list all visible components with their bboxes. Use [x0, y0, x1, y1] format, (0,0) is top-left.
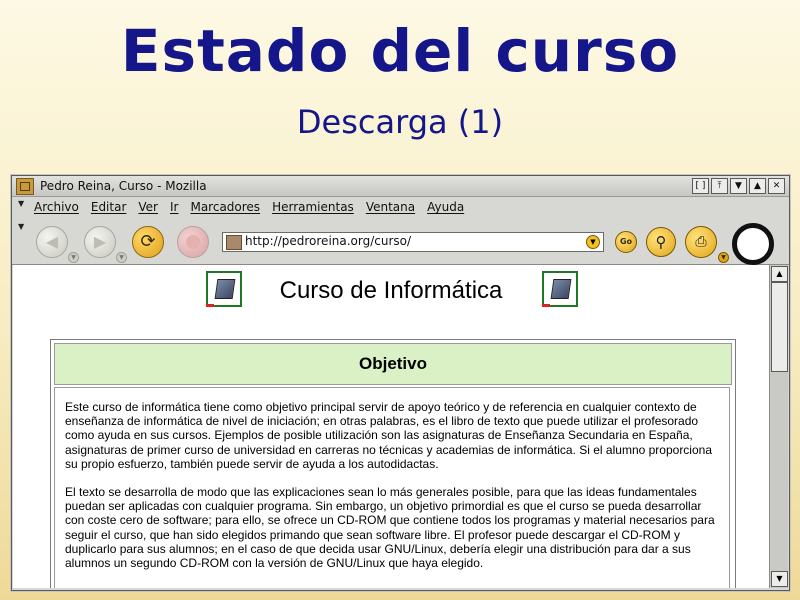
slide-subtitle: Descarga (1) — [296, 103, 504, 141]
objective-heading: Objetivo — [54, 343, 732, 385]
url-bar[interactable]: http://pedroreina.org/curso/ ▼ — [222, 232, 604, 252]
scroll-down-icon[interactable]: ▼ — [771, 571, 788, 587]
page-title: Curso de Informática — [279, 277, 503, 304]
site-favicon-icon — [226, 235, 242, 250]
back-dropdown-icon[interactable]: ▼ — [68, 252, 79, 263]
url-input[interactable]: http://pedroreina.org/curso/ — [245, 234, 411, 248]
navigation-toolbar: ▼ ◀ ▼ ▶ ▼ ⟳ http://pedroreina.org/curso/… — [12, 218, 789, 265]
menu-ir[interactable]: Ir — [170, 200, 178, 214]
window-title: Pedro Reina, Curso - Mozilla — [40, 179, 207, 193]
printer-icon[interactable]: ⎙ — [685, 226, 717, 258]
vertical-scrollbar[interactable]: ▲ ▼ — [769, 265, 788, 588]
window-controls: [ ] ⤒ ▼ ▲ ✕ — [692, 178, 785, 194]
window-maximize-button[interactable]: ▲ — [749, 178, 766, 194]
window-shade-button[interactable]: [ ] — [692, 178, 709, 194]
scroll-up-icon[interactable]: ▲ — [771, 266, 788, 282]
url-history-dropdown-icon[interactable]: ▼ — [586, 235, 600, 249]
menu-archivo[interactable]: Archivo — [34, 200, 79, 214]
navbar-grip-icon[interactable]: ▼ — [18, 222, 24, 231]
print-dropdown-icon[interactable]: ▼ — [718, 252, 729, 263]
scrollbar-thumb[interactable] — [771, 282, 788, 372]
menu-ver[interactable]: Ver — [138, 200, 158, 214]
forward-dropdown-icon[interactable]: ▼ — [116, 252, 127, 263]
window-ontop-button[interactable]: ⤒ — [711, 178, 728, 194]
window-close-button[interactable]: ✕ — [768, 178, 785, 194]
menu-editar[interactable]: Editar — [91, 200, 127, 214]
menu-ayuda[interactable]: Ayuda — [427, 200, 464, 214]
objective-body: Este curso de informática tiene como obj… — [54, 387, 730, 588]
page-content: Curso de Informática Objetivo Este curso… — [13, 265, 769, 588]
menubar-grip-icon[interactable]: ▼ — [18, 199, 24, 208]
mozilla-app-icon[interactable] — [16, 178, 34, 195]
objective-paragraph: El texto se desarrolla de modo que las e… — [65, 485, 715, 571]
forward-arrow-icon[interactable]: ▶ — [84, 226, 116, 258]
menu-herramientas[interactable]: Herramientas — [272, 200, 354, 214]
objective-paragraph: Este curso de informática tiene como obj… — [65, 400, 712, 471]
menu-ventana[interactable]: Ventana — [366, 200, 415, 214]
window-titlebar[interactable]: Pedro Reina, Curso - Mozilla [ ] ⤒ ▼ ▲ ✕ — [12, 176, 789, 197]
browser-window: Pedro Reina, Curso - Mozilla [ ] ⤒ ▼ ▲ ✕… — [11, 175, 790, 591]
throbber-icon[interactable] — [732, 223, 774, 265]
menu-bar: ▼ Archivo Editar Ver Ir Marcadores Herra… — [12, 197, 789, 217]
stop-icon[interactable] — [177, 226, 209, 258]
slide-title: Estado del curso — [120, 17, 680, 85]
menu-marcadores[interactable]: Marcadores — [190, 200, 260, 214]
back-arrow-icon[interactable]: ◀ — [36, 226, 68, 258]
go-button[interactable]: Go — [615, 231, 637, 253]
reload-icon[interactable]: ⟳ — [132, 226, 164, 258]
window-minimize-button[interactable]: ▼ — [730, 178, 747, 194]
page-header: Curso de Informática — [13, 271, 769, 315]
magnifier-icon[interactable]: ⚲ — [646, 227, 676, 257]
objective-table: Objetivo Este curso de informática tiene… — [50, 339, 736, 588]
book-icon — [542, 271, 578, 307]
